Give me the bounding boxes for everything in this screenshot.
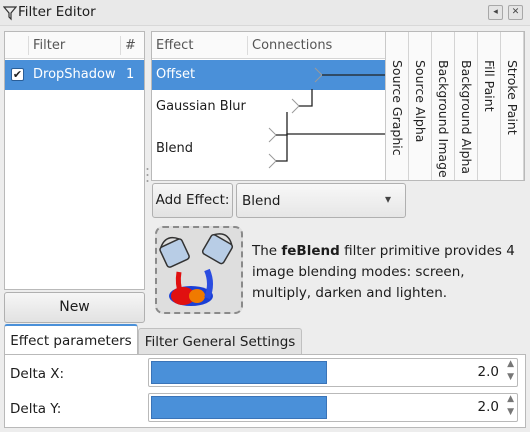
input-stroke-paint[interactable]: Stroke Paint xyxy=(501,32,524,180)
tab-filter-general-settings[interactable]: Filter General Settings xyxy=(138,328,302,354)
filter-row[interactable]: ✔ DropShadow 1 xyxy=(5,60,144,90)
dock-left-button[interactable]: ◂ xyxy=(488,5,503,20)
filter-list-header: Filter # xyxy=(5,32,144,59)
delta-x-value[interactable]: 2.0 xyxy=(478,364,499,380)
effect-type-select[interactable]: Blend ▾ xyxy=(236,183,406,218)
delta-x-fill xyxy=(151,361,327,384)
filter-count: 1 xyxy=(126,67,135,82)
delta-x-label: Delta X: xyxy=(10,366,65,382)
effects-panel: Effect Connections Offset Gaussian Blur … xyxy=(151,31,525,181)
filter-enabled-checkbox[interactable]: ✔ xyxy=(11,68,24,81)
delta-y-slider[interactable]: 2.0 ▲ ▼ xyxy=(148,393,518,422)
filter-funnel-icon xyxy=(3,6,17,21)
input-sources: Source Graphic Source Alpha Background I… xyxy=(385,32,524,180)
filter-name[interactable]: DropShadow xyxy=(33,67,116,82)
delta-y-value[interactable]: 2.0 xyxy=(478,399,499,415)
input-source-alpha[interactable]: Source Alpha xyxy=(409,32,432,180)
blend-buckets-icon xyxy=(155,226,243,314)
chevron-down-icon: ▾ xyxy=(385,192,392,206)
effect-type-value: Blend xyxy=(242,193,281,209)
input-source-graphic[interactable]: Source Graphic xyxy=(386,32,409,180)
add-effect-button[interactable]: Add Effect: xyxy=(152,183,233,218)
title-bar: Filter Editor ◂ ✕ xyxy=(0,0,530,26)
primitive-name: feBlend xyxy=(281,243,340,259)
input-fill-paint[interactable]: Fill Paint xyxy=(478,32,501,180)
input-background-image[interactable]: Background Image xyxy=(432,32,455,180)
filter-list: Filter # ✔ DropShadow 1 xyxy=(4,31,145,290)
new-filter-button[interactable]: New xyxy=(4,292,145,323)
pane-splitter-handle[interactable] xyxy=(146,166,149,186)
count-column-header[interactable]: # xyxy=(125,38,136,53)
filter-column-header[interactable]: Filter xyxy=(33,38,65,53)
tab-effect-parameters[interactable]: Effect parameters xyxy=(4,324,138,355)
chevron-down-icon[interactable]: ▼ xyxy=(507,407,514,417)
effect-description: The feBlend filter primitive provides 4 … xyxy=(252,243,515,301)
delta-x-slider[interactable]: 2.0 ▲ ▼ xyxy=(148,358,518,387)
window-title: Filter Editor xyxy=(18,4,96,20)
input-background-alpha[interactable]: Background Alpha xyxy=(455,32,478,180)
close-panel-button[interactable]: ✕ xyxy=(508,5,523,20)
delta-y-label: Delta Y: xyxy=(10,401,62,417)
chevron-up-icon[interactable]: ▲ xyxy=(507,359,514,369)
delta-y-fill xyxy=(151,396,327,419)
chevron-up-icon[interactable]: ▲ xyxy=(507,394,514,404)
chevron-down-icon[interactable]: ▼ xyxy=(507,372,514,382)
